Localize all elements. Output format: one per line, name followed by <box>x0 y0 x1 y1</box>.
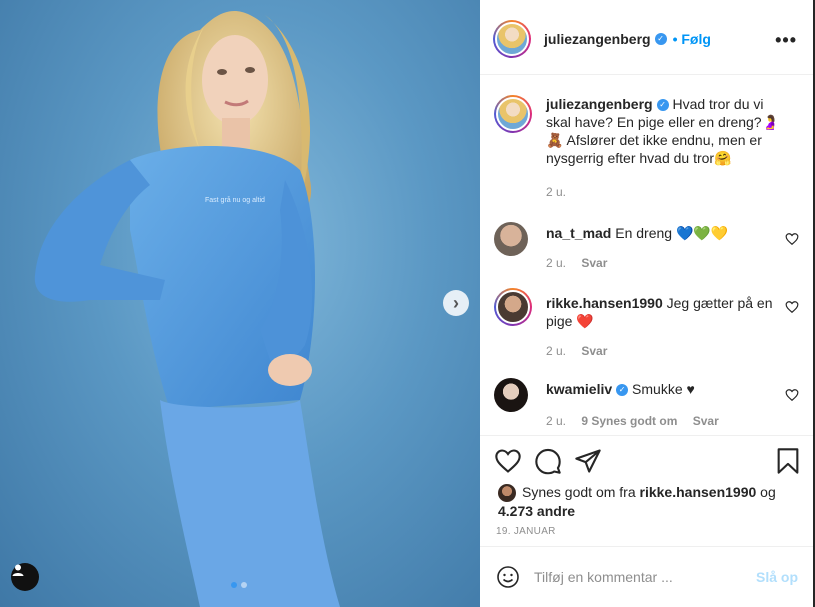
carousel-dots <box>231 582 247 588</box>
like-comment-heart-icon[interactable] <box>785 300 799 314</box>
likes-summary: Synes godt om fra rikke.hansen1990 og 4.… <box>498 483 798 520</box>
verified-icon: ✓ <box>616 384 629 397</box>
post-image[interactable]: Fast grå nu og altid › <box>0 0 480 607</box>
comment-avatar[interactable] <box>494 288 532 326</box>
post-sidebar: juliezangenberg ✓ • Følg ••• juliezangen… <box>480 0 813 607</box>
add-comment-bar: Tilføj en kommentar ... Slå op <box>480 546 813 607</box>
comment-username[interactable]: rikke.hansen1990 <box>546 295 663 311</box>
caption-text: juliezangenberg ✓ Hvad tror du vi skal ha… <box>546 95 781 167</box>
likes-count[interactable]: 4.273 andre <box>498 503 575 519</box>
comment-input[interactable]: Tilføj en kommentar ... <box>534 569 756 585</box>
comment-text: kwamieliv ✓ Smukke ♥ <box>546 380 781 398</box>
comment-body: Smukke ♥ <box>632 381 695 397</box>
follow-button[interactable]: • Følg <box>673 31 711 47</box>
like-heart-icon[interactable] <box>494 447 522 475</box>
comment-time[interactable]: 2 u. <box>546 414 566 428</box>
tagged-users-button[interactable] <box>11 563 39 591</box>
comment-meta: 2 u. Svar <box>546 256 619 270</box>
post-actions: Synes godt om fra rikke.hansen1990 og 4.… <box>480 435 813 545</box>
comment-meta: 2 u. Svar <box>546 344 619 358</box>
save-bookmark-icon[interactable] <box>774 447 802 475</box>
photo-illustration: Fast grå nu og altid <box>34 10 340 607</box>
comment-item: na_t_mad En dreng 💙💚💛 2 u. Svar <box>494 222 799 282</box>
likes-prefix: Synes godt om fra <box>522 484 636 500</box>
caption: juliezangenberg ✓ Hvad tror du vi skal ha… <box>494 95 799 205</box>
caption-username[interactable]: juliezangenberg <box>546 96 653 112</box>
like-comment-heart-icon[interactable] <box>785 388 799 402</box>
comment-avatar[interactable] <box>494 378 528 412</box>
reply-button[interactable]: Svar <box>693 414 719 428</box>
comment-username[interactable]: kwamieliv <box>546 381 612 397</box>
author-username[interactable]: juliezangenberg <box>544 31 651 47</box>
comment-item: kwamieliv ✓ Smukke ♥ 2 u. 9 Synes godt om… <box>494 378 799 434</box>
reply-button[interactable]: Svar <box>581 256 607 270</box>
post-modal: Fast grå nu og altid › juliezangenberg ✓… <box>0 0 815 607</box>
carousel-dot-active <box>231 582 237 588</box>
author-avatar[interactable] <box>493 19 531 58</box>
comment-body: En dreng 💙💚💛 <box>615 225 729 241</box>
like-comment-heart-icon[interactable] <box>785 232 799 246</box>
comment-time[interactable]: 2 u. <box>546 256 566 270</box>
post-header: juliezangenberg ✓ • Følg ••• <box>480 3 813 75</box>
comment-likes-count[interactable]: 9 Synes godt om <box>581 414 677 428</box>
comment-text: na_t_mad En dreng 💙💚💛 <box>546 224 781 242</box>
post-date[interactable]: 19. JANUAR <box>496 526 556 537</box>
caption-meta: 2 u. <box>546 185 578 199</box>
comment-avatar[interactable] <box>494 222 528 256</box>
comment-item: rikke.hansen1990 Jeg gætter på en pige ❤… <box>494 288 799 364</box>
next-image-button[interactable]: › <box>443 290 469 316</box>
likes-avatar <box>498 484 516 503</box>
comment-time[interactable]: 2 u. <box>546 344 566 358</box>
verified-icon: ✓ <box>654 32 667 45</box>
caption-time[interactable]: 2 u. <box>546 185 566 199</box>
comment-meta: 2 u. 9 Synes godt om Svar <box>546 414 731 428</box>
carousel-dot <box>241 582 247 588</box>
caption-avatar[interactable] <box>494 95 532 133</box>
user-icon <box>12 564 24 576</box>
comment-bubble-icon[interactable] <box>534 447 562 475</box>
share-paper-plane-icon[interactable] <box>574 447 602 475</box>
comment-text: rikke.hansen1990 Jeg gætter på en pige ❤… <box>546 294 781 330</box>
likes-user[interactable]: rikke.hansen1990 <box>640 484 757 500</box>
more-options-icon[interactable]: ••• <box>775 30 797 51</box>
verified-icon: ✓ <box>656 99 669 112</box>
svg-text:Fast grå nu og altid: Fast grå nu og altid <box>205 196 265 204</box>
comment-username[interactable]: na_t_mad <box>546 225 611 241</box>
follow-label[interactable]: Følg <box>681 31 711 47</box>
likes-connector: og <box>760 484 776 500</box>
emoji-smiley-icon[interactable] <box>496 565 520 589</box>
reply-button[interactable]: Svar <box>581 344 607 358</box>
post-comment-button[interactable]: Slå op <box>756 569 798 585</box>
comments-list: juliezangenberg ✓ Hvad tror du vi skal ha… <box>480 76 813 434</box>
